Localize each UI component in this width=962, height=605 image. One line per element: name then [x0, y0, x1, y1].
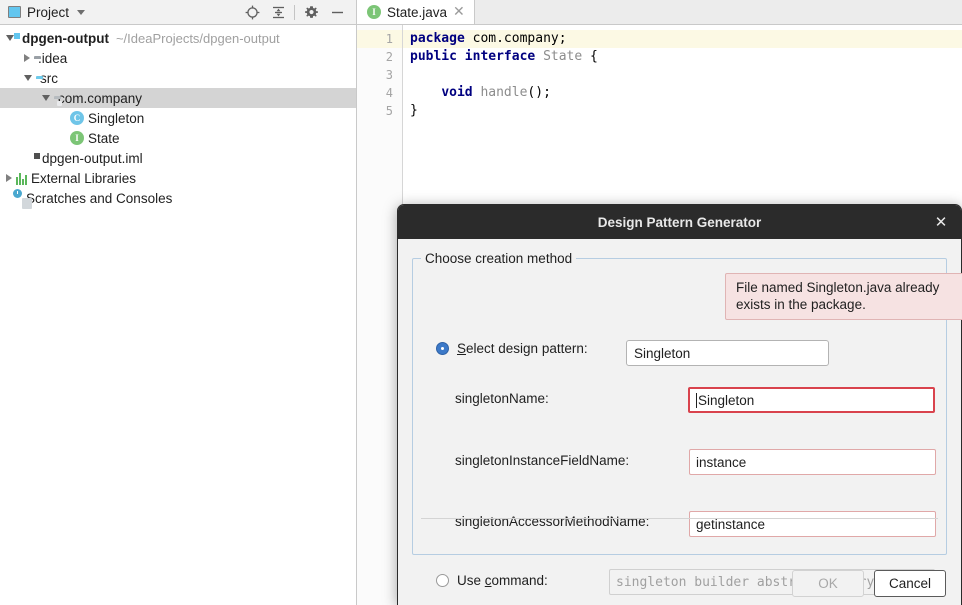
project-tool-window: Project dpgen-output ~/IdeaProjects/dpge…	[0, 0, 357, 605]
radio-label: Select design pattern:	[457, 341, 588, 356]
project-icon	[8, 6, 21, 18]
singleton-instance-field-name-label-row: singletonInstanceFieldName:	[455, 453, 629, 468]
collapse-all-icon-svg	[272, 6, 284, 19]
editor-tab-bar: I State.java ✕	[357, 0, 962, 25]
singleton-name-input[interactable]: Singleton	[688, 387, 935, 413]
twisty-collapsed-icon[interactable]	[6, 174, 12, 182]
ok-button[interactable]: OK	[792, 569, 864, 597]
singleton-instance-field-name-input[interactable]: instance	[689, 449, 936, 475]
tab-label: State.java	[387, 4, 448, 20]
twisty-collapsed-icon[interactable]	[24, 54, 30, 62]
libraries-icon	[16, 172, 27, 185]
radio-label-rest: elect design pattern:	[466, 341, 588, 356]
input-value: Singleton	[698, 392, 755, 408]
project-panel-title-group[interactable]: Project	[0, 4, 86, 20]
tree-label: Scratches and Consoles	[26, 190, 173, 206]
tooltip-text: File named Singleton.java already exists…	[736, 280, 940, 312]
gear-icon-svg	[304, 6, 318, 18]
radio-select-design-pattern[interactable]: Select design pattern:	[436, 341, 588, 356]
text-caret	[696, 392, 697, 408]
combobox-value: Singleton	[634, 345, 691, 361]
close-icon[interactable]: ✕	[921, 205, 961, 239]
tree-label: State	[88, 130, 120, 146]
toolbar-separator	[294, 5, 295, 20]
project-panel-toolbar	[239, 0, 350, 25]
line-number: 2	[385, 50, 393, 64]
java-class-icon: C	[70, 111, 84, 125]
line-number: 5	[385, 104, 393, 118]
group-legend: Choose creation method	[425, 251, 573, 266]
minimize-icon-svg	[331, 11, 343, 14]
tree-row-external-libraries[interactable]: External Libraries	[0, 168, 356, 188]
dialog-title-bar: Design Pattern Generator ✕	[398, 205, 961, 239]
design-pattern-generator-dialog: Design Pattern Generator ✕ Choose creati…	[397, 204, 962, 605]
code-line: void handle();	[441, 85, 551, 100]
tree-label: .idea	[38, 50, 68, 66]
tree-row-singleton[interactable]: C Singleton	[0, 108, 356, 128]
tree-label: Singleton	[88, 110, 145, 126]
field-label: singletonAccessorMethodName:	[455, 514, 650, 529]
twisty-expanded-icon[interactable]	[6, 35, 14, 41]
radio-button-icon[interactable]	[436, 342, 449, 355]
code-line: }	[410, 103, 418, 118]
tab-state-java[interactable]: I State.java ✕	[357, 0, 475, 24]
cancel-button[interactable]: Cancel	[874, 569, 946, 597]
code-line: package com.company;	[403, 30, 962, 48]
tree-row-src[interactable]: src	[0, 68, 356, 88]
dialog-title: Design Pattern Generator	[597, 214, 762, 230]
tree-row-scratches-and-consoles[interactable]: Scratches and Consoles	[0, 188, 356, 209]
singleton-accessor-method-name-label-row: singletonAccessorMethodName:	[455, 514, 649, 529]
tree-row-idea[interactable]: .idea	[0, 48, 356, 68]
tree-label: External Libraries	[31, 170, 137, 186]
project-panel-title: Project	[27, 4, 70, 20]
field-label: singletonInstanceFieldName:	[455, 453, 630, 468]
input-value: instance	[696, 454, 747, 470]
singleton-name-label-row: singletonName:	[455, 391, 549, 406]
line-number: 3	[385, 68, 393, 82]
java-interface-icon: I	[367, 5, 381, 19]
line-number: 4	[385, 86, 393, 100]
tree-label: dpgen-output.iml	[42, 150, 143, 166]
group-divider	[421, 518, 938, 519]
project-tree[interactable]: dpgen-output ~/IdeaProjects/dpgen-output…	[0, 25, 356, 209]
tree-row-dpgen-output[interactable]: dpgen-output ~/IdeaProjects/dpgen-output	[0, 28, 356, 48]
radio-mnemonic: S	[457, 341, 467, 356]
twisty-expanded-icon[interactable]	[24, 75, 32, 81]
tree-label: dpgen-output	[22, 30, 109, 46]
tree-row-iml-file[interactable]: dpgen-output.iml	[0, 148, 356, 168]
line-number: 1	[357, 30, 402, 48]
tree-secondary-path: ~/IdeaProjects/dpgen-output	[115, 30, 280, 46]
tree-row-state[interactable]: I State	[0, 128, 356, 148]
dialog-footer: OK Cancel	[398, 561, 961, 605]
design-pattern-combobox[interactable]: Singleton	[626, 340, 829, 366]
app-window: Project dpgen-output ~/IdeaProjects/dpge…	[0, 0, 962, 605]
validation-tooltip: File named Singleton.java already exists…	[725, 273, 962, 320]
chevron-down-icon[interactable]	[77, 9, 86, 15]
locate-icon-svg	[245, 5, 259, 20]
locate-icon[interactable]	[239, 0, 265, 25]
collapse-all-icon[interactable]	[265, 0, 291, 25]
singleton-accessor-method-name-input[interactable]: getinstance	[689, 511, 936, 537]
hide-panel-icon[interactable]	[324, 0, 350, 25]
tree-label: com.company	[58, 90, 143, 106]
twisty-expanded-icon[interactable]	[42, 95, 50, 101]
field-label: singletonName:	[455, 391, 549, 406]
settings-gear-icon[interactable]	[298, 0, 324, 25]
close-icon[interactable]: ✕	[453, 5, 465, 19]
tree-row-com-company[interactable]: com.company	[0, 88, 356, 108]
project-panel-header: Project	[0, 0, 356, 25]
java-interface-icon: I	[70, 131, 84, 145]
code-line: public interface State {	[410, 49, 598, 64]
